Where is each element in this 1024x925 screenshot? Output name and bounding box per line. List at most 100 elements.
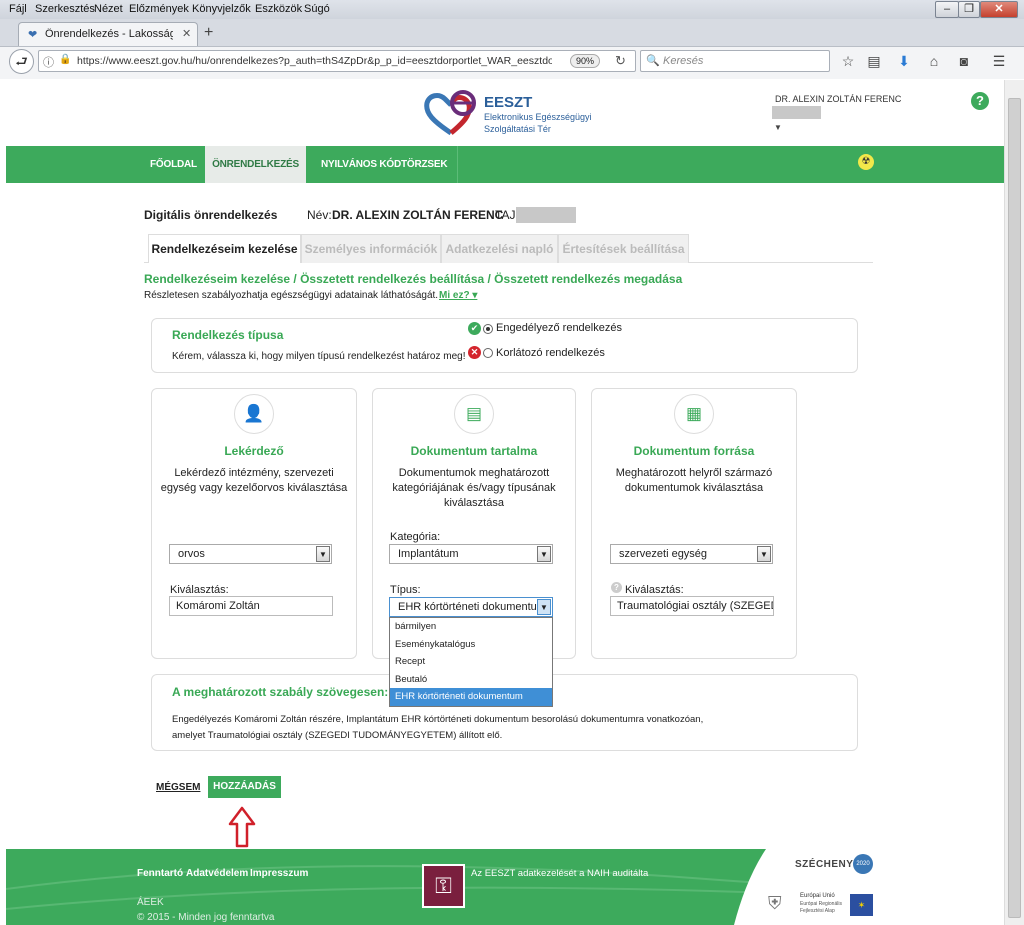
hamburger-menu-icon[interactable]: ☰: [990, 53, 1008, 69]
footer-aeek: ÁEEK: [137, 897, 164, 908]
accessibility-icon[interactable]: ☢: [858, 154, 874, 170]
menu-file[interactable]: Fájl: [9, 3, 27, 15]
requester-type-value: orvos: [178, 548, 205, 560]
menu-tools[interactable]: Eszközök: [255, 3, 302, 15]
naih-key-icon[interactable]: ⚿: [422, 864, 465, 908]
tab-manage-orders[interactable]: Rendelkezéseim kezelése: [148, 234, 301, 263]
pocket-icon[interactable]: ◙: [955, 53, 973, 69]
tab-title: Önrendelkezés - Lakossági P…: [45, 28, 173, 40]
zoom-indicator[interactable]: 90%: [570, 54, 600, 68]
menu-bookmarks[interactable]: Könyvjelzők: [192, 3, 251, 15]
tab-favicon-icon: ❤: [28, 29, 38, 41]
vertical-scrollbar[interactable]: [1004, 80, 1024, 925]
back-button[interactable]: ⮐: [9, 49, 34, 74]
check-icon: ✔: [468, 322, 481, 335]
menu-view[interactable]: Nézet: [94, 3, 123, 15]
type-select[interactable]: EHR kórtörténeti dokumentum ▼: [389, 597, 553, 617]
menu-bar: Fájl Szerkesztés Nézet Előzmények Könyvj…: [0, 0, 1024, 19]
chevron-down-icon[interactable]: ▼: [757, 546, 771, 562]
source-type-select[interactable]: szervezeti egység ▼: [610, 544, 773, 564]
doctor-icon: 👤: [234, 394, 274, 434]
dropdown-option[interactable]: Beutaló: [390, 671, 552, 689]
download-icon[interactable]: ⬇: [895, 53, 913, 69]
minimize-button[interactable]: –: [935, 1, 959, 18]
new-tab-icon[interactable]: +: [204, 24, 213, 42]
category-select[interactable]: Implantátum ▼: [389, 544, 553, 564]
menu-history[interactable]: Előzmények: [129, 3, 189, 15]
nav-public-codes[interactable]: NYILVÁNOS KÓDTÖRZSEK: [311, 146, 459, 183]
footer-link-privacy[interactable]: Adatvédelem: [186, 868, 248, 879]
type-label: Típus:: [390, 584, 421, 596]
search-bar[interactable]: 🔍 Keresés: [640, 50, 830, 72]
more-info-link[interactable]: Mi ez? ▾: [439, 290, 477, 301]
radio-allow[interactable]: [483, 324, 493, 334]
reload-icon[interactable]: ↻: [615, 53, 626, 69]
chevron-down-icon[interactable]: ▼: [537, 599, 551, 615]
user-id-redacted: [772, 106, 821, 119]
nav-home[interactable]: FŐOLDAL: [140, 146, 207, 183]
document-content-title: Dokumentum tartalma: [410, 444, 538, 458]
tab-personal-info[interactable]: Személyes információk: [301, 234, 441, 263]
document-source-title: Dokumentum forrása: [633, 444, 755, 458]
eu-text-3: Fejlesztési Alap: [800, 908, 835, 914]
naih-text: Az EESZT adatkezelését a NAIH auditálta: [471, 868, 649, 879]
source-selection-input[interactable]: Traumatológiai osztály (SZEGEDI T: [610, 596, 774, 616]
browser-chrome: Fájl Szerkesztés Nézet Előzmények Könyvj…: [0, 0, 1024, 79]
url-bar[interactable]: ⓘ 🔒 https://www.eeszt.gov.hu/hu/onrendel…: [38, 50, 636, 72]
footer-copyright: © 2015 - Minden jog fenntartva: [137, 912, 275, 923]
nav-self-determination[interactable]: ÖNRENDELKEZÉS: [205, 146, 306, 183]
bookmark-star-icon[interactable]: ☆: [839, 53, 857, 69]
chevron-down-icon[interactable]: ▼: [537, 546, 551, 562]
requester-title: Lekérdező: [224, 444, 284, 458]
chevron-down-icon[interactable]: ▼: [316, 546, 330, 562]
info-icon[interactable]: ⓘ: [43, 54, 54, 70]
radio-restrict[interactable]: [483, 348, 493, 358]
menu-edit[interactable]: Szerkesztés: [35, 3, 95, 15]
more-info-caret-icon: ▾: [469, 290, 478, 301]
szechenyi-2020-badge: 2020: [853, 854, 873, 874]
requester-selection-label: Kiválasztás:: [170, 584, 229, 596]
eeszt-logo[interactable]: EESZT Elektronikus Egészségügyi Szolgált…: [423, 89, 593, 137]
requester-type-select[interactable]: orvos ▼: [169, 544, 332, 564]
maximize-button[interactable]: ❐: [958, 1, 980, 18]
dropdown-option-selected[interactable]: EHR kórtörténeti dokumentum: [390, 688, 552, 706]
search-placeholder: Keresés: [663, 55, 704, 67]
cancel-button[interactable]: MÉGSEM: [156, 782, 200, 793]
tab-data-log[interactable]: Adatkezelési napló: [441, 234, 558, 263]
dropdown-option[interactable]: Eseménykatalógus: [390, 636, 552, 654]
help-button[interactable]: ?: [971, 92, 989, 110]
lock-icon: 🔒: [59, 54, 72, 65]
footer-link-imprint[interactable]: Impresszum: [250, 868, 308, 879]
dropdown-option[interactable]: Recept: [390, 653, 552, 671]
menu-help[interactable]: Súgó: [304, 3, 330, 15]
reading-list-icon[interactable]: ▤: [865, 53, 883, 69]
category-value: Implantátum: [398, 548, 459, 560]
radio-restrict-label[interactable]: Korlátozó rendelkezés: [496, 347, 605, 359]
scrollbar-thumb[interactable]: [1008, 98, 1021, 918]
browser-tab[interactable]: ❤ Önrendelkezés - Lakossági P… ✕: [18, 22, 198, 46]
add-button[interactable]: HOZZÁADÁS: [208, 776, 281, 798]
user-menu-caret-icon[interactable]: ▼: [774, 123, 782, 132]
type-dropdown-list[interactable]: bármilyen Eseménykatalógus Recept Beutal…: [389, 617, 553, 707]
szechenyi-label: SZÉCHENYI: [795, 859, 857, 870]
radio-allow-label[interactable]: Engedélyező rendelkezés: [496, 322, 622, 334]
help-hint-icon[interactable]: ?: [611, 582, 622, 593]
close-window-button[interactable]: ✕: [980, 1, 1018, 18]
brand-subtitle-2: Szolgáltatási Tér: [484, 124, 551, 134]
name-label: Név:: [307, 208, 332, 222]
footer-link-maintainer[interactable]: Fenntartó: [137, 868, 183, 879]
brand-name: EESZT: [484, 94, 533, 111]
dropdown-option[interactable]: bármilyen: [390, 618, 552, 636]
rule-line-2: amelyet Traumatológiai osztály (SZEGEDI …: [172, 730, 503, 741]
home-icon[interactable]: ⌂: [925, 53, 943, 69]
search-icon: 🔍: [646, 55, 660, 67]
page-description: Részletesen szabályozhatja egészségügyi …: [144, 290, 439, 301]
rule-title: A meghatározott szabály szövegesen:: [172, 685, 389, 699]
requester-selection-input[interactable]: Komáromi Zoltán: [169, 596, 333, 616]
tab-close-icon[interactable]: ✕: [182, 27, 191, 40]
eu-flag-icon: ✶: [850, 894, 873, 916]
tab-notification-settings[interactable]: Értesítések beállítása: [558, 234, 689, 263]
brand-subtitle-1: Elektronikus Egészségügyi: [484, 112, 592, 122]
eu-text-1: Európai Unió: [800, 893, 835, 899]
source-type-value: szervezeti egység: [619, 548, 708, 560]
